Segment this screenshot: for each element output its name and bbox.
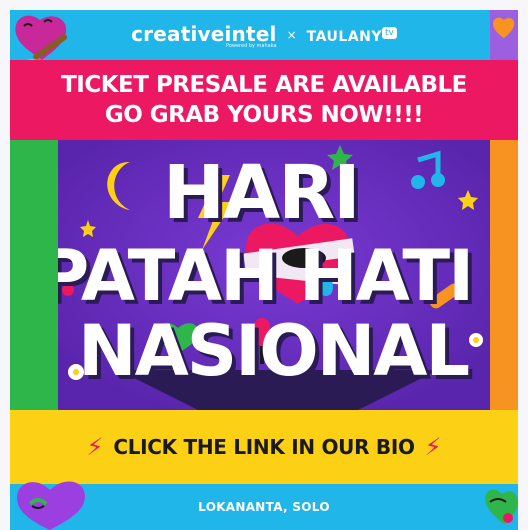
partner-badge: tv bbox=[382, 26, 397, 39]
heart-corner-icon bbox=[490, 10, 518, 60]
title-nasional: NASIONAL bbox=[78, 310, 470, 392]
green-heart-icon bbox=[485, 489, 518, 524]
creativeintel-logo: creativeintel Powered by mahaka bbox=[131, 22, 276, 49]
collab-x: × bbox=[286, 28, 297, 42]
partner-name: TAULANY bbox=[306, 28, 383, 45]
title-patah-hati: PATAH HATI bbox=[58, 235, 474, 317]
header-bar: creativeintel Powered by mahaka × TAULAN… bbox=[10, 10, 518, 60]
presale-line-1: TICKET PRESALE ARE AVAILABLE bbox=[61, 72, 467, 98]
left-green-strip bbox=[10, 140, 58, 410]
title-hari: HARI bbox=[163, 150, 361, 236]
bolt-icon-right: ⚡ bbox=[424, 433, 442, 461]
sleeping-heart-icon bbox=[16, 481, 85, 530]
right-orange-strip bbox=[490, 140, 518, 410]
event-poster: creativeintel Powered by mahaka × TAULAN… bbox=[0, 0, 528, 530]
presale-banner: TICKET PRESALE ARE AVAILABLE GO GRAB YOU… bbox=[10, 60, 518, 140]
brand-sub: Powered by mahaka bbox=[225, 42, 277, 49]
brand-row: creativeintel Powered by mahaka × TAULAN… bbox=[10, 10, 518, 60]
bolt-icon-left: ⚡ bbox=[86, 433, 104, 461]
presale-line-2: GO GRAB YOURS NOW!!!! bbox=[104, 102, 424, 128]
event-artwork: HARI PATAH HATI NASIONAL bbox=[58, 140, 490, 410]
taulany-logo: TAULANY tv bbox=[307, 26, 397, 45]
venue-location: LOKANANTA, SOLO bbox=[198, 500, 330, 514]
cta-text: CLICK THE LINK IN OUR BIO bbox=[113, 435, 415, 459]
